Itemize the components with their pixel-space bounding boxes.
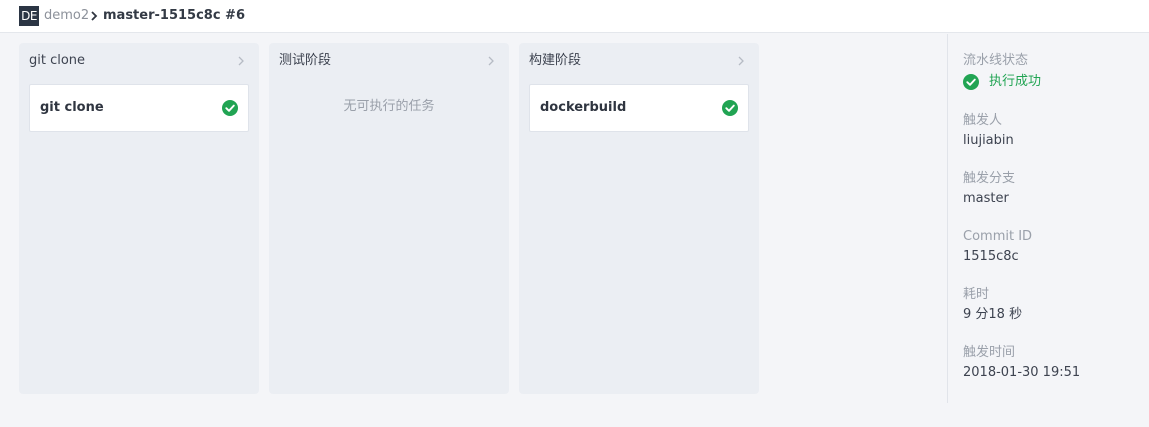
stage-title: 测试阶段 <box>279 53 332 68</box>
duration-section: 耗时 9 分18 秒 <box>963 287 1022 323</box>
commit-id-section: Commit ID 1515c8c <box>963 229 1032 265</box>
trigger-branch-value: master <box>963 191 1009 206</box>
breadcrumb-build-title: master-1515c8c #6 <box>103 8 245 23</box>
task-name: git clone <box>40 100 104 115</box>
chevron-right-icon[interactable] <box>737 56 745 66</box>
duration-label: 耗时 <box>963 287 990 302</box>
trigger-user-section: 触发人 liujiabin <box>963 113 1014 149</box>
pipeline-status-section: 流水线状态 执行成功 <box>963 53 1041 90</box>
sidebar-divider <box>947 34 948 403</box>
trigger-branch-label: 触发分支 <box>963 171 1016 186</box>
chevron-right-icon[interactable] <box>237 56 245 66</box>
trigger-user-label: 触发人 <box>963 113 1003 128</box>
check-circle-icon <box>963 74 979 90</box>
check-circle-icon <box>222 100 238 116</box>
commit-id-label: Commit ID <box>963 229 1033 244</box>
pipeline-status-value-row: 执行成功 <box>963 74 1041 90</box>
trigger-time-label: 触发时间 <box>963 345 1016 360</box>
top-bar: DE demo2 master-1515c8c #6 <box>0 0 1149 33</box>
chevron-right-icon[interactable] <box>487 56 495 66</box>
chevron-right-icon <box>91 11 98 21</box>
trigger-branch-section: 触发分支 master <box>963 171 1015 207</box>
empty-stage-message: 无可执行的任务 <box>343 99 435 114</box>
stage-column-build: 构建阶段 dockerbuild <box>519 43 759 394</box>
stage-column-git-clone: git clone git clone <box>19 43 259 394</box>
project-avatar[interactable]: DE <box>19 6 39 26</box>
task-card-dockerbuild[interactable]: dockerbuild <box>529 84 749 132</box>
trigger-time-section: 触发时间 2018-01-30 19:51 <box>963 345 1080 381</box>
stage-title: git clone <box>29 53 86 68</box>
check-circle-icon <box>722 100 738 116</box>
pipeline-status-label: 流水线状态 <box>963 53 1029 68</box>
pipeline-status-value: 执行成功 <box>989 74 1042 89</box>
duration-value: 9 分18 秒 <box>963 307 1023 322</box>
stage-column-test: 测试阶段 无可执行的任务 <box>269 43 509 394</box>
breadcrumb-project-link[interactable]: demo2 <box>44 8 89 24</box>
task-card-git-clone[interactable]: git clone <box>29 84 249 132</box>
trigger-time-value: 2018-01-30 19:51 <box>963 365 1081 380</box>
task-name: dockerbuild <box>540 100 627 115</box>
trigger-user-value: liujiabin <box>963 133 1014 148</box>
commit-id-value: 1515c8c <box>963 249 1019 264</box>
stage-title: 构建阶段 <box>529 53 582 68</box>
